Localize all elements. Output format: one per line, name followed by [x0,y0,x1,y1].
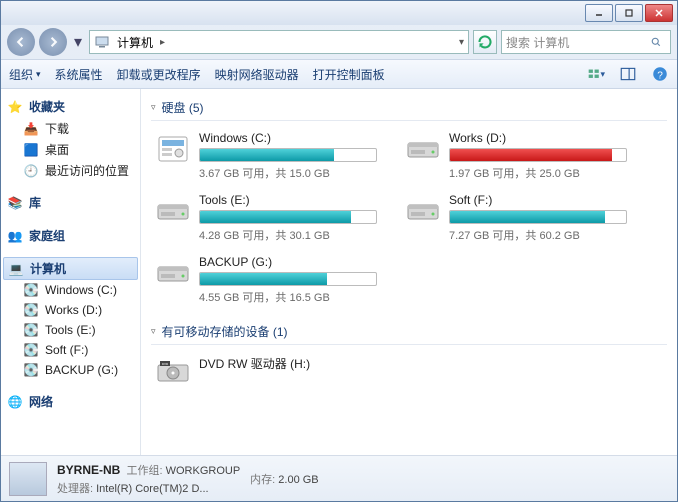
computer-large-icon [9,462,47,496]
drive-icon: 💽 [23,302,39,318]
navbar: ▾ 计算机 ▸ ▾ 搜索 计算机 [1,25,677,59]
drive-item[interactable]: Soft (F:) 7.27 GB 可用，共 60.2 GB [401,189,631,247]
drive-icon [405,131,441,167]
search-placeholder: 搜索 计算机 [506,34,569,51]
optical-drive[interactable]: DVD DVD RW 驱动器 (H:) [151,351,381,395]
explorer-window: ▾ 计算机 ▸ ▾ 搜索 计算机 组织 ▾ 系统属性 卸载或更改程序 映射网络驱… [0,0,678,502]
sidebar-item-recent[interactable]: 🕘最近访问的位置 [1,160,140,181]
drive-name: Works (D:) [449,131,627,145]
help-button[interactable]: ? [651,65,669,83]
titlebar [1,1,677,25]
drive-name: Tools (E:) [199,193,377,207]
drive-item[interactable]: Works (D:) 1.97 GB 可用，共 25.0 GB [401,127,631,185]
body: ⭐收藏夹 📥下载 🟦桌面 🕘最近访问的位置 📚库 👥家庭组 💻计算机 💽Wind… [1,89,677,455]
sidebar-libraries[interactable]: 📚库 [1,191,140,214]
address-bar[interactable]: 计算机 ▸ ▾ [89,30,469,54]
drive-stats: 3.67 GB 可用，共 15.0 GB [199,165,377,181]
sidebar-item-drive-c[interactable]: 💽Windows (C:) [1,280,140,300]
capacity-bar [449,148,627,162]
main-pane: ▿硬盘 (5) Windows (C:) 3.67 GB 可用，共 15.0 GB… [141,89,677,455]
breadcrumb-item[interactable]: 计算机 [114,34,156,51]
drive-item[interactable]: BACKUP (G:) 4.55 GB 可用，共 16.5 GB [151,251,381,309]
drive-stats: 4.55 GB 可用，共 16.5 GB [199,289,377,305]
svg-text:DVD: DVD [162,362,169,366]
homegroup-icon: 👥 [7,228,23,244]
recent-icon: 🕘 [23,163,39,179]
drive-icon: 💽 [23,282,39,298]
network-icon: 🌐 [7,394,23,410]
computer-icon: 💻 [8,261,24,277]
drive-item[interactable]: Windows (C:) 3.67 GB 可用，共 15.0 GB [151,127,381,185]
system-properties-button[interactable]: 系统属性 [55,66,103,83]
map-drive-button[interactable]: 映射网络驱动器 [215,66,299,83]
drive-stats: 4.28 GB 可用，共 30.1 GB [199,227,377,243]
capacity-bar [199,272,377,286]
sidebar-item-drive-e[interactable]: 💽Tools (E:) [1,320,140,340]
forward-button[interactable] [39,28,67,56]
drive-stats: 7.27 GB 可用，共 60.2 GB [449,227,627,243]
library-icon: 📚 [7,195,23,211]
dvd-icon: DVD [155,355,191,391]
drive-name: Windows (C:) [199,131,377,145]
capacity-bar [199,148,377,162]
capacity-bar [199,210,377,224]
drive-icon [405,193,441,229]
sidebar-item-drive-f[interactable]: 💽Soft (F:) [1,340,140,360]
sidebar-item-drive-d[interactable]: 💽Works (D:) [1,300,140,320]
desktop-icon: 🟦 [23,142,39,158]
preview-pane-button[interactable] [619,65,637,83]
drive-grid: Windows (C:) 3.67 GB 可用，共 15.0 GB Works (D… [151,127,667,309]
sidebar-homegroup[interactable]: 👥家庭组 [1,224,140,247]
collapse-icon: ▿ [151,326,156,337]
minimize-button[interactable] [585,4,613,22]
address-dropdown[interactable]: ▾ [459,37,464,48]
drive-icon: 💽 [23,362,39,378]
history-dropdown[interactable]: ▾ [71,32,85,52]
drive-icon [155,131,191,167]
chevron-right-icon[interactable]: ▸ [160,37,165,48]
view-button[interactable]: ▾ [587,65,605,83]
drive-icon [155,193,191,229]
drive-icon: 💽 [23,322,39,338]
section-hdd[interactable]: ▿硬盘 (5) [151,95,667,121]
computer-icon [94,34,110,50]
svg-text:?: ? [657,71,663,82]
maximize-button[interactable] [615,4,643,22]
drive-name: BACKUP (G:) [199,255,377,269]
capacity-bar [449,210,627,224]
organize-button[interactable]: 组织 ▾ [9,66,41,83]
sidebar-item-downloads[interactable]: 📥下载 [1,118,140,139]
sidebar-item-drive-g[interactable]: 💽BACKUP (G:) [1,360,140,380]
status-computer-name: BYRNE-NB [57,463,120,477]
collapse-icon: ▿ [151,102,156,113]
drive-name: Soft (F:) [449,193,627,207]
section-removable[interactable]: ▿有可移动存储的设备 (1) [151,319,667,345]
sidebar-computer[interactable]: 💻计算机 [3,257,138,280]
download-icon: 📥 [23,121,39,137]
star-icon: ⭐ [7,99,23,115]
drive-icon: 💽 [23,342,39,358]
sidebar-network[interactable]: 🌐网络 [1,390,140,413]
drive-item[interactable]: Tools (E:) 4.28 GB 可用，共 30.1 GB [151,189,381,247]
status-bar: BYRNE-NB 工作组: WORKGROUP 处理器: Intel(R) Co… [1,455,677,501]
sidebar-item-desktop[interactable]: 🟦桌面 [1,139,140,160]
sidebar: ⭐收藏夹 📥下载 🟦桌面 🕘最近访问的位置 📚库 👥家庭组 💻计算机 💽Wind… [1,89,141,455]
back-button[interactable] [7,28,35,56]
drive-name: DVD RW 驱动器 (H:) [199,355,377,372]
drive-stats: 1.97 GB 可用，共 25.0 GB [449,165,627,181]
close-button[interactable] [645,4,673,22]
search-box[interactable]: 搜索 计算机 [501,30,671,54]
toolbar: 组织 ▾ 系统属性 卸载或更改程序 映射网络驱动器 打开控制面板 ▾ ? [1,59,677,89]
uninstall-button[interactable]: 卸载或更改程序 [117,66,201,83]
control-panel-button[interactable]: 打开控制面板 [313,66,385,83]
sidebar-favorites[interactable]: ⭐收藏夹 [1,95,140,118]
search-icon [650,36,662,48]
refresh-button[interactable] [473,30,497,54]
drive-icon [155,255,191,291]
